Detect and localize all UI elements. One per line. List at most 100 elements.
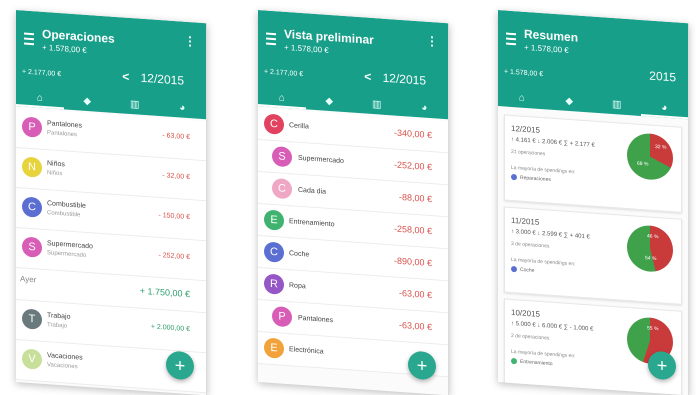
- category-avatar: S: [272, 145, 292, 168]
- category-avatar: V: [22, 348, 42, 370]
- card-category: Reparaciones: [511, 173, 551, 184]
- category-label: Coche: [520, 266, 535, 274]
- category-label: Reparaciones: [520, 174, 551, 184]
- item-sub: Pantalones: [47, 130, 78, 139]
- item-name: Supermercado: [47, 240, 93, 251]
- pie-green-label: 68 %: [637, 160, 649, 168]
- section-amount: + 1.750,00 €: [139, 285, 190, 300]
- category-avatar: C: [22, 196, 42, 218]
- app-bar: Operaciones + 1.578,00 € ⋮ + 2.177,00 € …: [16, 10, 207, 120]
- item-sub: Niños: [47, 170, 63, 178]
- menu-icon[interactable]: [266, 32, 276, 46]
- item-amount: + 2.000,00 €: [150, 323, 190, 334]
- tab-stats[interactable]: ▥: [593, 95, 641, 116]
- tab-pie[interactable]: ◕: [159, 98, 207, 119]
- overflow-menu-icon[interactable]: ⋮: [184, 34, 196, 49]
- category-avatar: P: [22, 116, 42, 138]
- item-amount: -252,00 €: [393, 159, 432, 173]
- card-note: 2 de operaciones: [511, 332, 550, 342]
- pie-green-label: 54 %: [645, 255, 657, 263]
- item-sub: Combustible: [47, 210, 81, 219]
- phone-edge: [688, 23, 689, 395]
- phone-edge: [448, 23, 449, 395]
- card-category: Coche: [511, 265, 535, 274]
- card-stats: ↑ 3.000 € ↓ 2.599 € ∑ + 401 €: [511, 228, 590, 241]
- item-name: Pantalones: [298, 314, 334, 325]
- period-label: 12/2015: [382, 70, 426, 88]
- category-dot-icon: [511, 173, 517, 181]
- category-dot-icon: [511, 265, 517, 273]
- item-sub: Trabajo: [47, 322, 68, 330]
- tab-home[interactable]: ⌂: [16, 88, 64, 110]
- item-name: Cerilla: [289, 122, 309, 131]
- pie-red-label: 46 %: [647, 233, 659, 241]
- tab-stats[interactable]: ▥: [111, 95, 159, 116]
- item-sub: Vacaciones: [47, 362, 78, 371]
- item-name: Pantalones: [47, 120, 83, 130]
- item-amount: -258,00 €: [393, 223, 432, 237]
- period-label: 12/2015: [140, 70, 184, 88]
- item-amount: -88,00 €: [398, 191, 432, 205]
- card-category: Entrenamiento: [511, 357, 553, 368]
- category-avatar: S: [22, 236, 42, 258]
- card-note: 21 operaciones: [511, 148, 546, 158]
- item-name: Vacaciones: [47, 352, 83, 362]
- category-avatar: P: [272, 305, 292, 328]
- tab-tags[interactable]: ◆: [306, 91, 354, 112]
- pie-red-label: 32 %: [655, 143, 667, 151]
- item-name: Ropa: [289, 282, 306, 291]
- card-date: 12/2015: [511, 123, 540, 135]
- pie-chart: 32 % 68 %: [627, 132, 673, 182]
- item-amount: - 32,00 €: [162, 172, 190, 182]
- category-avatar: C: [264, 113, 284, 135]
- item-amount: -890,00 €: [393, 255, 432, 269]
- tab-home[interactable]: ⌂: [258, 88, 306, 110]
- section-label: Ayer: [20, 274, 37, 285]
- item-name: Supermercado: [298, 154, 344, 166]
- tab-stats[interactable]: ▥: [353, 95, 401, 116]
- category-avatar: C: [264, 241, 284, 263]
- item-name: Niños: [47, 160, 65, 169]
- phone-screen-resumen: Resumen + 1.578,00 € + 1.578,00 € 2015 ⌂…: [498, 10, 689, 395]
- month-card[interactable]: 12/2015 ↑ 4.161 € ↓ 2.006 € ∑ + 2.177 € …: [504, 114, 682, 213]
- tab-tags[interactable]: ◆: [546, 91, 594, 112]
- item-name: Cada dia: [298, 186, 327, 196]
- item-amount: - 150,00 €: [158, 211, 190, 222]
- menu-icon[interactable]: [506, 32, 516, 46]
- screen-subtitle: + 1.578,00 €: [42, 42, 87, 55]
- menu-icon[interactable]: [24, 32, 34, 46]
- card-date: 10/2015: [511, 307, 540, 319]
- item-name: Entrenamiento: [289, 218, 335, 229]
- screen-subtitle: + 1.578,00 €: [284, 42, 329, 55]
- phone-screen-vista-preliminar: Vista preliminar + 1.578,00 € ⋮ + 2.177,…: [258, 10, 449, 395]
- period-nav[interactable]: < 12/2015: [122, 69, 184, 87]
- balance-total: + 1.578,00 €: [504, 68, 544, 79]
- card-stats: ↑ 4.161 € ↓ 2.006 € ∑ + 2.177 €: [511, 136, 595, 149]
- tab-home[interactable]: ⌂: [498, 88, 546, 109]
- year-label: 2015: [649, 68, 676, 85]
- item-name: Combustible: [47, 200, 86, 210]
- category-dot-icon: [511, 357, 517, 365]
- balance-total: + 2.177,00 €: [264, 68, 304, 79]
- category-label: Entrenamiento: [520, 358, 553, 368]
- period-nav[interactable]: < 12/2015: [364, 69, 426, 87]
- month-card[interactable]: 10/2015 ↑ 5.000 € ↓ 6.000 € ∑ - 1.000 € …: [504, 298, 682, 395]
- pie-chart: 46 % 54 %: [627, 224, 673, 274]
- category-avatar: T: [22, 308, 42, 330]
- card-stats: ↑ 5.000 € ↓ 6.000 € ∑ - 1.000 €: [511, 320, 594, 333]
- category-avatar: R: [264, 273, 284, 295]
- balance-total: + 2.177,00 €: [22, 68, 62, 79]
- overflow-menu-icon[interactable]: ⋮: [426, 34, 438, 49]
- item-amount: -63,00 €: [398, 287, 432, 301]
- item-name: Trabajo: [47, 312, 71, 321]
- item-amount: -63,00 €: [398, 319, 432, 333]
- prev-period-button[interactable]: <: [364, 69, 371, 83]
- category-avatar: C: [272, 177, 292, 200]
- item-name: Coche: [289, 250, 310, 259]
- prev-period-button[interactable]: <: [122, 69, 129, 83]
- tab-pie[interactable]: ◕: [640, 97, 688, 120]
- app-bar: Vista preliminar + 1.578,00 € ⋮ + 2.177,…: [258, 10, 449, 120]
- tab-tags[interactable]: ◆: [64, 91, 112, 112]
- tab-pie[interactable]: ◕: [401, 98, 449, 119]
- month-card[interactable]: 11/2015 ↑ 3.000 € ↓ 2.599 € ∑ + 401 € 3 …: [504, 206, 682, 305]
